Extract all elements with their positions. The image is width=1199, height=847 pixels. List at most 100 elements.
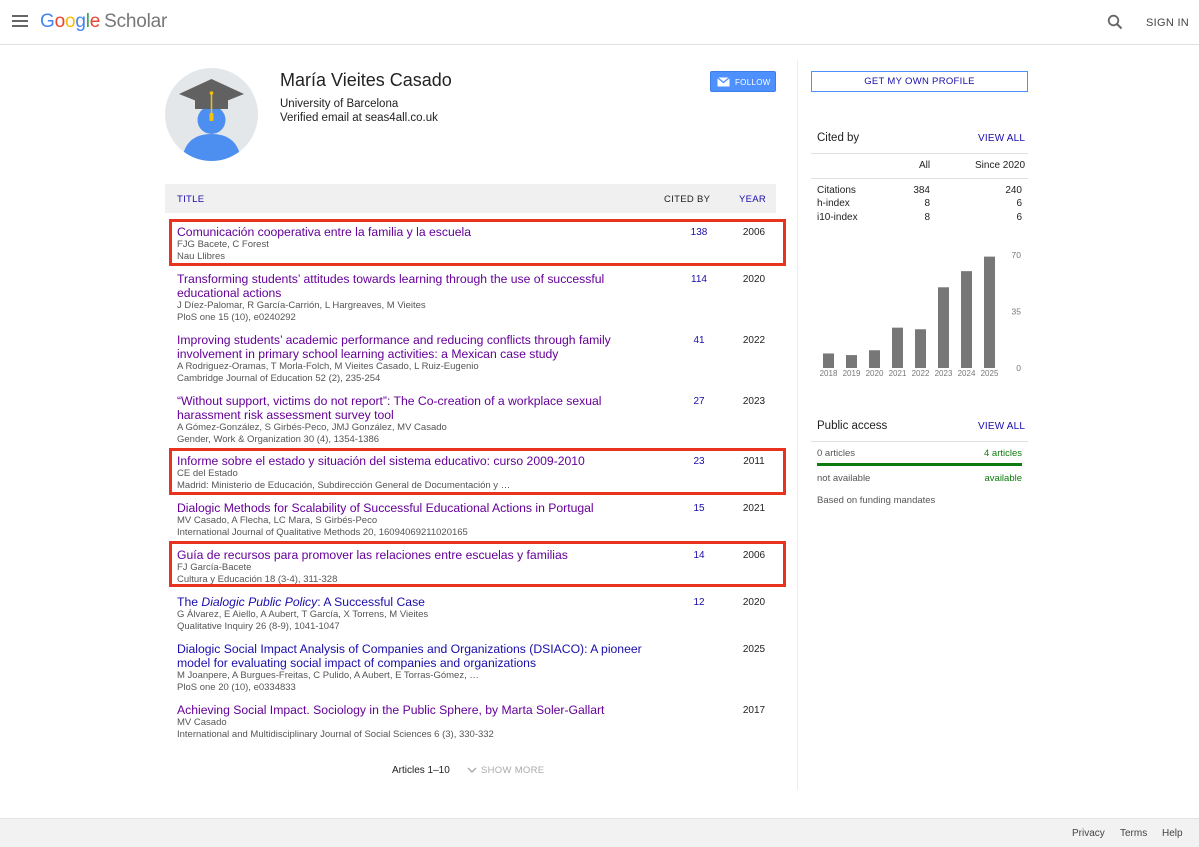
article-row: Transforming students’ attitudes towards… bbox=[177, 272, 777, 323]
chart-bar-2019[interactable] bbox=[846, 355, 857, 368]
article-venue: PloS one 20 (10), e0334833 bbox=[177, 681, 296, 693]
article-title[interactable]: Achieving Social Impact. Sociology in th… bbox=[177, 703, 657, 717]
not-available-count: 0 articles bbox=[817, 448, 856, 459]
article-title[interactable]: Improving students’ academic performance… bbox=[177, 333, 657, 361]
public-access-bar-track bbox=[817, 463, 1022, 466]
article-title[interactable]: Transforming students’ attitudes towards… bbox=[177, 272, 657, 300]
article-venue: Qualitative Inquiry 26 (8-9), 1041-1047 bbox=[177, 620, 340, 632]
chevron-down-icon bbox=[467, 767, 477, 774]
funding-mandates-note: Based on funding mandates bbox=[817, 495, 936, 506]
chart-bar-2021[interactable] bbox=[892, 327, 903, 368]
article-row: Dialogic Methods for Scalability of Succ… bbox=[177, 501, 777, 538]
article-authors: G Álvarez, E Aiello, A Aubert, T García,… bbox=[177, 609, 429, 620]
article-year: 2017 bbox=[742, 705, 766, 716]
col-all-header: All bbox=[919, 160, 931, 171]
article-row: The Dialogic Public Policy: A Successful… bbox=[177, 595, 777, 632]
cited-by-count[interactable]: 12 bbox=[669, 597, 729, 608]
search-icon[interactable] bbox=[1107, 14, 1123, 30]
get-my-own-profile-button[interactable]: GET MY OWN PROFILE bbox=[811, 71, 1028, 92]
chart-x-tick-label: 2022 bbox=[912, 369, 930, 378]
article-row: “Without support, victims do not report”… bbox=[177, 394, 777, 445]
citations-all: 384 bbox=[913, 185, 930, 196]
profile-affiliation[interactable]: University of Barcelona bbox=[280, 98, 398, 110]
divider bbox=[811, 441, 1028, 442]
citations-since: 240 bbox=[1005, 185, 1022, 196]
terms-link[interactable]: Terms bbox=[1120, 828, 1147, 839]
avatar bbox=[165, 68, 258, 161]
chart-x-tick-label: 2025 bbox=[981, 369, 999, 378]
chart-y-tick-label: 35 bbox=[1012, 307, 1022, 317]
article-venue: PloS one 15 (10), e0240292 bbox=[177, 311, 296, 323]
cited-by-count[interactable]: 41 bbox=[669, 335, 729, 346]
citations-label[interactable]: Citations bbox=[817, 185, 856, 196]
chart-bar-2023[interactable] bbox=[938, 287, 949, 368]
cited-by-count[interactable]: 114 bbox=[669, 274, 729, 285]
article-title[interactable]: “Without support, victims do not report”… bbox=[177, 394, 657, 422]
follow-label: FOLLOW bbox=[735, 78, 771, 87]
articles-table-header: TITLE CITED BY YEAR bbox=[165, 184, 776, 213]
sign-in-button[interactable]: SIGN IN bbox=[1146, 17, 1189, 29]
sort-by-year[interactable]: YEAR bbox=[739, 194, 766, 205]
cited-by-view-all-link[interactable]: VIEW ALL bbox=[978, 133, 1025, 144]
public-access-title: Public access bbox=[817, 420, 888, 432]
article-venue: International Journal of Qualitative Met… bbox=[177, 526, 468, 538]
i10-index-all: 8 bbox=[924, 212, 930, 223]
chart-bar-2018[interactable] bbox=[823, 353, 834, 368]
page-footer: Privacy Terms Help bbox=[0, 818, 1199, 847]
article-authors: M Joanpere, A Burgues-Freitas, C Pulido,… bbox=[177, 670, 479, 681]
divider bbox=[811, 178, 1028, 179]
article-title[interactable]: The Dialogic Public Policy: A Successful… bbox=[177, 595, 657, 609]
article-year: 2023 bbox=[742, 396, 766, 407]
available-count[interactable]: 4 articles bbox=[960, 448, 1022, 459]
article-year: 2020 bbox=[742, 274, 766, 285]
top-bar: Google Scholar SIGN IN bbox=[0, 0, 1199, 45]
chart-bar-2022[interactable] bbox=[915, 329, 926, 368]
article-venue: Gender, Work & Organization 30 (4), 1354… bbox=[177, 433, 380, 445]
chart-bar-2025[interactable] bbox=[984, 256, 995, 368]
help-link[interactable]: Help bbox=[1162, 828, 1183, 839]
article-title[interactable]: Dialogic Social Impact Analysis of Compa… bbox=[177, 642, 657, 670]
public-access-view-all-link[interactable]: VIEW ALL bbox=[978, 421, 1025, 432]
google-scholar-logo[interactable]: Google Scholar bbox=[40, 11, 167, 33]
cited-by-count[interactable]: 15 bbox=[669, 503, 729, 514]
article-venue: Cambridge Journal of Education 52 (2), 2… bbox=[177, 372, 381, 384]
divider bbox=[811, 153, 1028, 154]
article-venue: International and Multidisciplinary Jour… bbox=[177, 728, 494, 740]
article-row: Achieving Social Impact. Sociology in th… bbox=[177, 703, 777, 740]
cited-by-count[interactable]: 27 bbox=[669, 396, 729, 407]
chart-bar-2020[interactable] bbox=[869, 350, 880, 368]
follow-button[interactable]: FOLLOW bbox=[710, 71, 776, 92]
graduate-avatar-icon bbox=[179, 79, 244, 161]
article-title[interactable]: Dialogic Methods for Scalability of Succ… bbox=[177, 501, 657, 515]
article-year: 2025 bbox=[742, 644, 766, 655]
article-authors: J Díez-Palomar, R García-Carrión, L Harg… bbox=[177, 300, 426, 311]
chart-x-tick-label: 2018 bbox=[820, 369, 838, 378]
highlight-box bbox=[169, 448, 786, 495]
profile-verified-email: Verified email at seas4all.co.uk bbox=[280, 112, 438, 124]
article-authors: A Gómez-González, S Girbés-Peco, JMJ Gon… bbox=[177, 422, 447, 433]
column-divider bbox=[797, 60, 798, 790]
hamburger-menu-icon[interactable] bbox=[12, 15, 28, 29]
sort-by-title[interactable]: TITLE bbox=[177, 194, 204, 205]
available-label: available bbox=[984, 473, 1023, 484]
i10-index-label[interactable]: i10-index bbox=[817, 212, 858, 223]
show-more-button[interactable]: SHOW MORE bbox=[467, 765, 544, 776]
highlight-box bbox=[169, 219, 786, 266]
chart-bar-2024[interactable] bbox=[961, 271, 972, 368]
h-index-since: 6 bbox=[1016, 198, 1022, 209]
not-available-label: not available bbox=[817, 473, 871, 484]
article-year: 2020 bbox=[742, 597, 766, 608]
profile-name: María Vieites Casado bbox=[280, 70, 452, 90]
article-year: 2021 bbox=[742, 503, 766, 514]
chart-x-tick-label: 2020 bbox=[866, 369, 884, 378]
h-index-label[interactable]: h-index bbox=[817, 198, 850, 209]
chart-x-tick-label: 2019 bbox=[843, 369, 861, 378]
chart-x-tick-label: 2021 bbox=[889, 369, 907, 378]
article-row: Dialogic Social Impact Analysis of Compa… bbox=[177, 642, 777, 693]
highlight-box bbox=[169, 541, 786, 587]
privacy-link[interactable]: Privacy bbox=[1072, 828, 1105, 839]
cited-by-column-header[interactable]: CITED BY bbox=[664, 194, 710, 205]
cited-by-title: Cited by bbox=[817, 132, 860, 144]
chart-y-tick-label: 0 bbox=[1016, 363, 1021, 373]
h-index-all: 8 bbox=[924, 198, 930, 209]
